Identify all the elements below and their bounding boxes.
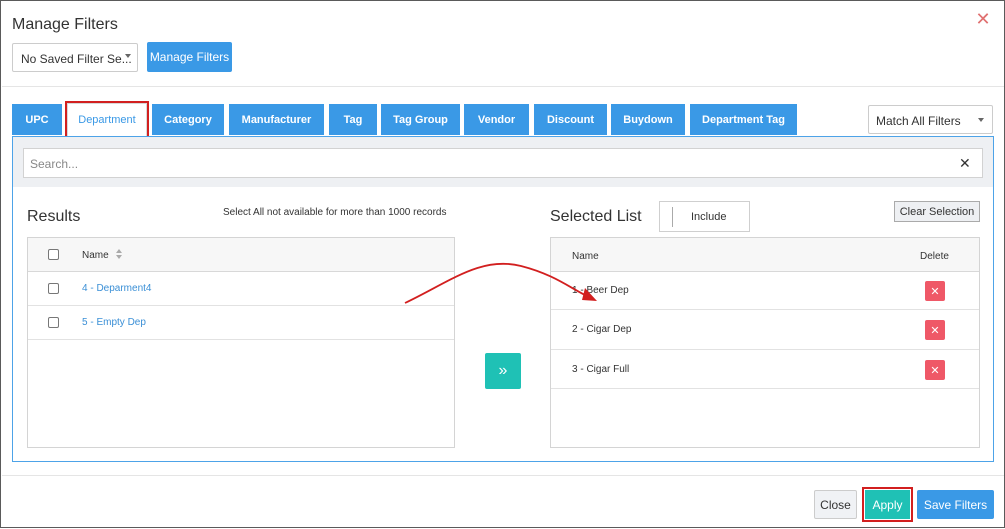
tab-tag-group[interactable]: Tag Group [381,104,460,135]
selected-header: Name Delete [551,238,979,272]
saved-filter-value: No Saved Filter Se... [21,52,132,66]
select-all-checkbox[interactable] [48,249,59,260]
manage-filters-dialog: Manage Filters ✕ No Saved Filter Se... M… [0,0,1005,528]
dialog-title: Manage Filters [12,16,118,33]
results-title: Results [27,208,81,225]
times-icon: ✕ [930,324,940,337]
delete-button[interactable]: ✕ [925,320,945,340]
close-button[interactable]: Close [814,490,857,519]
sort-icon[interactable] [115,248,123,260]
selected-item-name: 3 - Cigar Full [572,364,630,375]
caret-down-icon [125,54,131,58]
saved-filter-select[interactable]: No Saved Filter Se... [12,43,138,72]
match-filters-select[interactable]: Match All Filters [868,105,993,134]
row-checkbox[interactable] [48,317,59,328]
table-row: 2 - Cigar Dep ✕ [551,310,979,350]
times-icon: ✕ [930,364,940,377]
table-row[interactable]: 5 - Empty Dep [28,306,454,340]
manage-filters-button[interactable]: Manage Filters [147,42,232,72]
tab-vendor[interactable]: Vendor [464,104,529,135]
tab-manufacturer[interactable]: Manufacturer [229,104,324,135]
clear-selection-button[interactable]: Clear Selection [894,201,980,222]
match-filters-value: Match All Filters [876,114,961,128]
selected-item-name: 2 - Cigar Dep [572,324,632,335]
tab-discount[interactable]: Discount [534,104,607,135]
tab-tag[interactable]: Tag [329,104,377,135]
tab-category[interactable]: Category [152,104,224,135]
toggle-divider [672,207,673,227]
clear-search-icon[interactable]: ✕ [959,156,971,170]
row-checkbox[interactable] [48,283,59,294]
close-icon[interactable]: ✕ [974,10,992,28]
search-bar: Search... ✕ [13,137,993,187]
results-table: Name 4 - Deparment4 5 - Empty Dep [27,237,455,448]
delete-button[interactable]: ✕ [925,281,945,301]
highlight-box [65,101,149,140]
search-input[interactable]: Search... [23,148,983,178]
divider [2,475,1004,476]
divider [2,86,1004,87]
save-filters-button[interactable]: Save Filters [917,490,994,519]
move-to-selected-button[interactable]: » [485,353,521,389]
selected-table: Name Delete 1 - Beer Dep ✕ 2 - Cigar Dep… [550,237,980,448]
results-note: Select All not available for more than 1… [223,207,447,218]
tab-department-tag[interactable]: Department Tag [690,104,797,135]
include-toggle[interactable]: Include [659,201,750,232]
filter-panel: Search... ✕ Results Select All not avail… [12,136,994,462]
table-row: 3 - Cigar Full ✕ [551,350,979,389]
highlight-box [862,487,913,522]
selected-list-title: Selected List [550,208,642,225]
delete-button[interactable]: ✕ [925,360,945,380]
include-label: Include [691,211,727,223]
results-header: Name [28,238,454,272]
result-link[interactable]: 5 - Empty Dep [82,317,146,328]
double-chevron-right-icon: » [498,362,508,379]
caret-down-icon [978,118,984,122]
times-icon: ✕ [930,285,940,298]
result-link[interactable]: 4 - Deparment4 [82,283,151,294]
selected-item-name: 1 - Beer Dep [572,285,629,296]
table-row: 1 - Beer Dep ✕ [551,272,979,310]
selected-header-delete: Delete [920,251,949,262]
results-header-name: Name [82,250,109,261]
tab-upc[interactable]: UPC [12,104,62,135]
table-row[interactable]: 4 - Deparment4 [28,272,454,306]
tab-buydown[interactable]: Buydown [611,104,685,135]
selected-header-name: Name [572,251,599,262]
